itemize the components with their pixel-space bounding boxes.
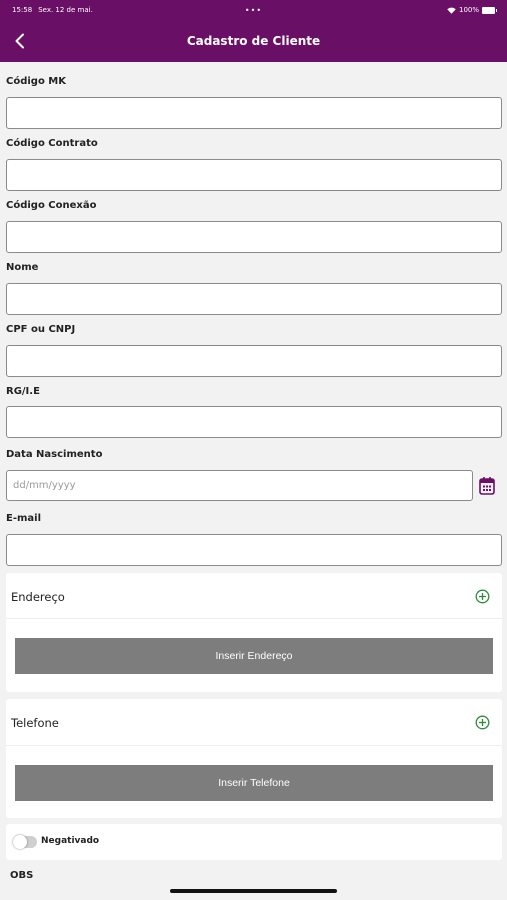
label-email: E-mail [6,513,42,524]
label-nome: Nome [6,262,39,273]
status-right: 100% [447,6,497,14]
label-data-nascimento: Data Nascimento [6,449,103,460]
email-input[interactable] [6,534,502,566]
label-codigo-contrato: Código Contrato [6,138,98,149]
calendar-icon[interactable] [478,476,496,496]
status-date: Sex. 12 de mai. [38,6,93,14]
plus-circle-icon[interactable] [475,589,490,604]
label-cpf-cnpj: CPF ou CNPJ [6,324,76,335]
plus-circle-icon[interactable] [475,715,490,730]
negativado-row: Negativado [6,824,502,860]
codigo-conexao-input[interactable] [6,221,502,253]
codigo-mk-input[interactable] [6,97,502,129]
telefone-title: Telefone [11,716,59,730]
chevron-left-icon [15,33,24,49]
battery-icon [482,6,497,14]
back-button[interactable] [8,29,32,53]
home-indicator[interactable] [170,889,337,893]
label-codigo-mk: Código MK [6,76,67,87]
status-bar: 15:58 Sex. 12 de mai. ••• 100% [0,0,507,20]
navigation-bar: Cadastro de Cliente [0,20,507,62]
data-nascimento-input[interactable] [6,470,473,501]
wifi-icon [447,7,456,14]
status-time: 15:58 [12,6,33,14]
multitask-dots[interactable]: ••• [245,6,262,15]
endereco-card: Endereço Inserir Endereço [6,573,502,692]
page-title: Cadastro de Cliente [186,34,321,48]
cpf-cnpj-input[interactable] [6,345,502,377]
negativado-toggle[interactable] [13,835,37,849]
label-rg-ie: RG/I.E [6,386,40,397]
inserir-endereco-button[interactable]: Inserir Endereço [15,638,493,674]
rg-ie-input[interactable] [6,406,502,438]
toggle-knob [13,835,27,849]
telefone-divider [6,745,502,746]
nome-input[interactable] [6,283,502,315]
endereco-title: Endereço [11,590,65,604]
endereco-divider [6,618,502,619]
battery-percent: 100% [458,6,479,14]
inserir-telefone-button[interactable]: Inserir Telefone [15,765,493,801]
label-codigo-conexao: Código Conexão [6,200,97,211]
codigo-contrato-input[interactable] [6,159,502,191]
negativado-label: Negativado [41,836,100,846]
telefone-card: Telefone Inserir Telefone [6,699,502,818]
obs-label: OBS [10,870,34,881]
